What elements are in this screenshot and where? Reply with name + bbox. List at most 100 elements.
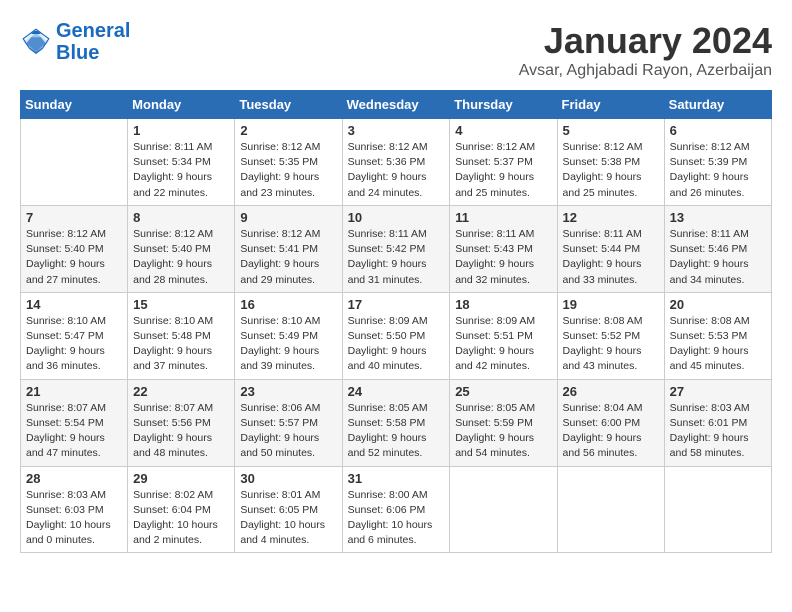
sunrise: Sunrise: 8:10 AM: [240, 315, 320, 327]
calendar-cell: 24 Sunrise: 8:05 AM Sunset: 5:58 PM Dayl…: [342, 379, 450, 466]
sunrise: Sunrise: 8:05 AM: [455, 402, 535, 414]
day-info: Sunrise: 8:08 AM Sunset: 5:52 PM Dayligh…: [563, 314, 659, 375]
day-info: Sunrise: 8:05 AM Sunset: 5:58 PM Dayligh…: [348, 401, 445, 462]
daylight: Daylight: 9 hours and 47 minutes.: [26, 432, 105, 459]
day-number: 3: [348, 123, 445, 138]
daylight: Daylight: 9 hours and 48 minutes.: [133, 432, 212, 459]
header-day-monday: Monday: [128, 91, 235, 119]
day-number: 24: [348, 384, 445, 399]
calendar-cell: 7 Sunrise: 8:12 AM Sunset: 5:40 PM Dayli…: [21, 205, 128, 292]
calendar-cell: 17 Sunrise: 8:09 AM Sunset: 5:50 PM Dayl…: [342, 292, 450, 379]
day-number: 12: [563, 210, 659, 225]
sunset: Sunset: 5:35 PM: [240, 156, 318, 168]
calendar-week-4: 21 Sunrise: 8:07 AM Sunset: 5:54 PM Dayl…: [21, 379, 772, 466]
day-info: Sunrise: 8:05 AM Sunset: 5:59 PM Dayligh…: [455, 401, 551, 462]
calendar-cell: [557, 466, 664, 553]
sunrise: Sunrise: 8:12 AM: [133, 228, 213, 240]
daylight: Daylight: 9 hours and 45 minutes.: [670, 345, 749, 372]
sunset: Sunset: 6:04 PM: [133, 504, 211, 516]
day-number: 8: [133, 210, 229, 225]
sunrise: Sunrise: 8:10 AM: [133, 315, 213, 327]
sunset: Sunset: 6:03 PM: [26, 504, 104, 516]
day-number: 5: [563, 123, 659, 138]
title-block: January 2024 Avsar, Aghjabadi Rayon, Aze…: [519, 20, 772, 80]
daylight: Daylight: 9 hours and 54 minutes.: [455, 432, 534, 459]
daylight: Daylight: 9 hours and 39 minutes.: [240, 345, 319, 372]
day-number: 23: [240, 384, 336, 399]
sunrise: Sunrise: 8:01 AM: [240, 489, 320, 501]
day-info: Sunrise: 8:03 AM Sunset: 6:01 PM Dayligh…: [670, 401, 766, 462]
day-number: 22: [133, 384, 229, 399]
day-number: 9: [240, 210, 336, 225]
daylight: Daylight: 9 hours and 34 minutes.: [670, 258, 749, 285]
day-info: Sunrise: 8:12 AM Sunset: 5:35 PM Dayligh…: [240, 140, 336, 201]
day-number: 21: [26, 384, 122, 399]
day-number: 27: [670, 384, 766, 399]
daylight: Daylight: 9 hours and 32 minutes.: [455, 258, 534, 285]
calendar-cell: 1 Sunrise: 8:11 AM Sunset: 5:34 PM Dayli…: [128, 119, 235, 206]
sunrise: Sunrise: 8:09 AM: [348, 315, 428, 327]
sunrise: Sunrise: 8:11 AM: [670, 228, 749, 240]
day-number: 2: [240, 123, 336, 138]
calendar-header-row: SundayMondayTuesdayWednesdayThursdayFrid…: [21, 91, 772, 119]
day-number: 1: [133, 123, 229, 138]
calendar-cell: 4 Sunrise: 8:12 AM Sunset: 5:37 PM Dayli…: [450, 119, 557, 206]
daylight: Daylight: 9 hours and 42 minutes.: [455, 345, 534, 372]
calendar-cell: 26 Sunrise: 8:04 AM Sunset: 6:00 PM Dayl…: [557, 379, 664, 466]
sunset: Sunset: 5:52 PM: [563, 330, 641, 342]
sunrise: Sunrise: 8:02 AM: [133, 489, 213, 501]
calendar-week-3: 14 Sunrise: 8:10 AM Sunset: 5:47 PM Dayl…: [21, 292, 772, 379]
day-number: 4: [455, 123, 551, 138]
day-info: Sunrise: 8:01 AM Sunset: 6:05 PM Dayligh…: [240, 488, 336, 549]
day-info: Sunrise: 8:10 AM Sunset: 5:48 PM Dayligh…: [133, 314, 229, 375]
header-day-saturday: Saturday: [664, 91, 771, 119]
day-info: Sunrise: 8:12 AM Sunset: 5:41 PM Dayligh…: [240, 227, 336, 288]
sunrise: Sunrise: 8:05 AM: [348, 402, 428, 414]
sunrise: Sunrise: 8:08 AM: [670, 315, 750, 327]
daylight: Daylight: 9 hours and 25 minutes.: [455, 171, 534, 198]
day-info: Sunrise: 8:11 AM Sunset: 5:46 PM Dayligh…: [670, 227, 766, 288]
header-day-tuesday: Tuesday: [235, 91, 342, 119]
sunrise: Sunrise: 8:09 AM: [455, 315, 535, 327]
day-number: 29: [133, 471, 229, 486]
sunrise: Sunrise: 8:12 AM: [455, 141, 535, 153]
sunset: Sunset: 5:44 PM: [563, 243, 641, 255]
daylight: Daylight: 10 hours and 4 minutes.: [240, 519, 325, 546]
calendar-cell: 22 Sunrise: 8:07 AM Sunset: 5:56 PM Dayl…: [128, 379, 235, 466]
day-number: 11: [455, 210, 551, 225]
sunset: Sunset: 6:05 PM: [240, 504, 318, 516]
daylight: Daylight: 9 hours and 50 minutes.: [240, 432, 319, 459]
sunset: Sunset: 5:40 PM: [133, 243, 211, 255]
calendar-cell: 20 Sunrise: 8:08 AM Sunset: 5:53 PM Dayl…: [664, 292, 771, 379]
day-info: Sunrise: 8:12 AM Sunset: 5:38 PM Dayligh…: [563, 140, 659, 201]
calendar-cell: [21, 119, 128, 206]
sunset: Sunset: 6:00 PM: [563, 417, 641, 429]
calendar-week-1: 1 Sunrise: 8:11 AM Sunset: 5:34 PM Dayli…: [21, 119, 772, 206]
sunset: Sunset: 5:53 PM: [670, 330, 748, 342]
sunset: Sunset: 5:47 PM: [26, 330, 104, 342]
day-info: Sunrise: 8:12 AM Sunset: 5:36 PM Dayligh…: [348, 140, 445, 201]
daylight: Daylight: 9 hours and 52 minutes.: [348, 432, 427, 459]
calendar-cell: 31 Sunrise: 8:00 AM Sunset: 6:06 PM Dayl…: [342, 466, 450, 553]
sunset: Sunset: 5:39 PM: [670, 156, 748, 168]
sunrise: Sunrise: 8:11 AM: [563, 228, 642, 240]
daylight: Daylight: 10 hours and 2 minutes.: [133, 519, 218, 546]
day-info: Sunrise: 8:12 AM Sunset: 5:40 PM Dayligh…: [26, 227, 122, 288]
sunset: Sunset: 5:51 PM: [455, 330, 533, 342]
sunrise: Sunrise: 8:00 AM: [348, 489, 428, 501]
sunset: Sunset: 5:50 PM: [348, 330, 426, 342]
calendar-cell: 15 Sunrise: 8:10 AM Sunset: 5:48 PM Dayl…: [128, 292, 235, 379]
daylight: Daylight: 9 hours and 56 minutes.: [563, 432, 642, 459]
calendar-cell: 13 Sunrise: 8:11 AM Sunset: 5:46 PM Dayl…: [664, 205, 771, 292]
calendar-cell: 5 Sunrise: 8:12 AM Sunset: 5:38 PM Dayli…: [557, 119, 664, 206]
daylight: Daylight: 9 hours and 37 minutes.: [133, 345, 212, 372]
calendar-cell: 6 Sunrise: 8:12 AM Sunset: 5:39 PM Dayli…: [664, 119, 771, 206]
day-info: Sunrise: 8:10 AM Sunset: 5:47 PM Dayligh…: [26, 314, 122, 375]
daylight: Daylight: 9 hours and 28 minutes.: [133, 258, 212, 285]
day-info: Sunrise: 8:10 AM Sunset: 5:49 PM Dayligh…: [240, 314, 336, 375]
logo: General Blue: [20, 20, 130, 64]
calendar-table: SundayMondayTuesdayWednesdayThursdayFrid…: [20, 90, 772, 553]
sunset: Sunset: 5:58 PM: [348, 417, 426, 429]
header-day-wednesday: Wednesday: [342, 91, 450, 119]
sunset: Sunset: 6:06 PM: [348, 504, 426, 516]
